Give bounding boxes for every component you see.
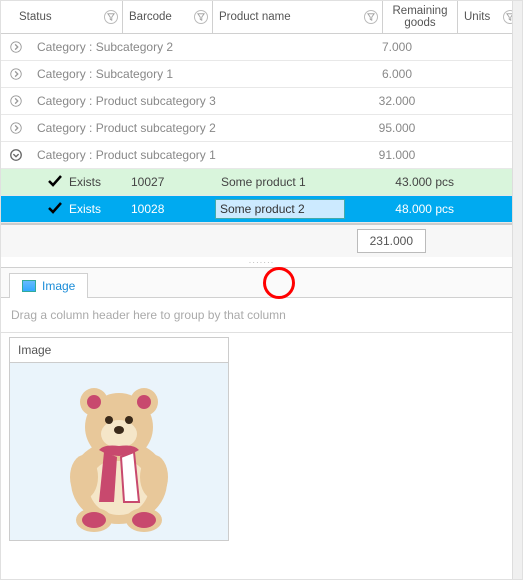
group-row[interactable]: Category : Product subcategory 1 91.000 (1, 142, 522, 169)
group-label: Category : Subcategory 2 (31, 40, 332, 54)
group-value: 95.000 (332, 121, 462, 135)
table-row-selected[interactable]: Exists 10028 Some product 2 48.000 pcs (1, 196, 522, 223)
group-label: Category : Product subcategory 2 (31, 121, 332, 135)
expand-icon[interactable] (1, 121, 31, 135)
column-image[interactable]: Image (9, 337, 229, 363)
barcode-cell: 10028 (125, 202, 215, 216)
group-row[interactable]: Category : Subcategory 2 7.000 (1, 34, 522, 61)
collapse-icon[interactable] (1, 148, 31, 162)
product-cell: Some product 1 (215, 175, 345, 189)
filter-icon[interactable] (194, 10, 208, 24)
remaining-cell: 43.000 pcs (345, 175, 460, 189)
expand-icon[interactable] (1, 94, 31, 108)
group-row[interactable]: Category : Product subcategory 3 32.000 (1, 88, 522, 115)
column-status[interactable]: Status (13, 1, 123, 33)
filter-icon[interactable] (364, 10, 378, 24)
expand-column (1, 1, 13, 33)
splitter-handle[interactable]: ······· (1, 257, 522, 267)
group-label: Category : Subcategory 1 (31, 67, 332, 81)
check-icon (47, 202, 63, 217)
group-row[interactable]: Category : Subcategory 1 6.000 (1, 61, 522, 88)
group-value: 6.000 (332, 67, 462, 81)
vertical-scrollbar[interactable] (512, 1, 522, 579)
group-value: 7.000 (332, 40, 462, 54)
table-row[interactable]: Exists 10027 Some product 1 43.000 pcs (1, 169, 522, 196)
tab-image[interactable]: Image (9, 273, 88, 298)
grid-header: Status Barcode Product name Remaining go… (1, 1, 522, 34)
total-value: 231.000 (357, 229, 426, 253)
totals-row: 231.000 (1, 223, 522, 257)
remaining-cell: 48.000 pcs (345, 202, 460, 216)
status-cell: Exists (41, 175, 125, 190)
barcode-cell: 10027 (125, 175, 215, 189)
group-label: Category : Product subcategory 1 (31, 148, 332, 162)
group-value: 32.000 (332, 94, 462, 108)
column-product-name[interactable]: Product name (213, 1, 383, 33)
expand-icon[interactable] (1, 67, 31, 81)
expand-icon[interactable] (1, 40, 31, 54)
check-icon (47, 175, 63, 190)
column-remaining[interactable]: Remaining goods (383, 1, 458, 33)
group-row[interactable]: Category : Product subcategory 2 95.000 (1, 115, 522, 142)
group-panel-hint[interactable]: Drag a column header here to group by th… (1, 298, 522, 333)
tab-strip: Image (1, 268, 522, 298)
filter-icon[interactable] (104, 10, 118, 24)
product-cell-editing[interactable]: Some product 2 (215, 199, 345, 219)
image-cell[interactable] (9, 363, 229, 541)
column-barcode[interactable]: Barcode (123, 1, 213, 33)
status-cell: Exists (41, 202, 125, 217)
image-icon (22, 280, 36, 292)
group-value: 91.000 (332, 148, 462, 162)
group-label: Category : Product subcategory 3 (31, 94, 332, 108)
product-image (39, 372, 199, 532)
